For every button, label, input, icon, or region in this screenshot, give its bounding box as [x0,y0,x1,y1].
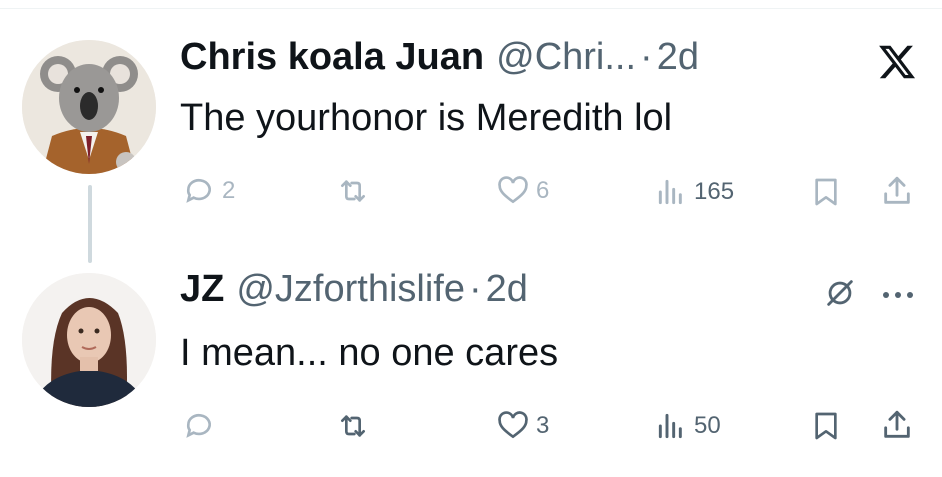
reply-button[interactable] [182,410,222,442]
tweet-header: JZ @Jzforthislife · 2d [180,268,528,311]
separator-dot: · [469,268,482,310]
grok-icon[interactable] [820,276,860,310]
thread-connector-line [88,185,92,263]
heart-icon [498,411,528,439]
retweet-button[interactable] [334,175,372,207]
avatar[interactable] [22,40,156,174]
view-count: 165 [694,178,735,205]
reply-icon [186,178,211,203]
bookmark-button[interactable] [810,410,842,442]
retweet-button[interactable] [334,410,372,442]
x-logo-icon [879,45,916,79]
user-handle[interactable]: @Jzforthislife [236,268,465,311]
timestamp[interactable]: 2d [486,268,528,311]
display-name[interactable]: JZ [180,268,224,311]
retweet-icon [341,415,365,437]
separator-dot: · [640,36,653,78]
share-icon [884,410,910,438]
like-count: 6 [536,177,550,204]
views-bar-chart-icon [658,413,682,439]
avatar[interactable] [22,273,156,407]
heart-icon [498,176,528,204]
tweet-text: I mean... no one cares [180,332,559,374]
tweet-header: Chris koala Juan @Chri... · 2d [180,36,699,79]
views-button[interactable]: 50 [654,410,721,442]
like-button[interactable]: 3 [496,410,549,442]
more-options-icon[interactable] [880,290,916,300]
user-handle[interactable]: @Chri... [496,36,636,79]
top-divider [0,8,942,9]
timestamp[interactable]: 2d [657,36,699,79]
koala-avatar-icon [22,40,156,174]
bookmark-button[interactable] [810,176,842,208]
share-button[interactable] [880,408,914,442]
reply-count: 2 [222,177,236,204]
woman-portrait-avatar-icon [22,273,156,407]
share-icon [884,176,910,204]
tweet-text: The yourhonor is Meredith lol [180,97,673,139]
share-button[interactable] [880,174,914,208]
reply-icon [186,413,211,438]
bookmark-icon [815,412,837,440]
views-bar-chart-icon [658,179,682,205]
like-count: 3 [536,412,550,439]
retweet-icon [341,180,365,202]
views-button[interactable]: 165 [654,176,734,208]
bookmark-icon [815,178,837,206]
like-button[interactable]: 6 [496,175,549,207]
view-count: 50 [694,412,721,439]
display-name[interactable]: Chris koala Juan [180,36,484,79]
reply-button[interactable]: 2 [182,175,235,207]
